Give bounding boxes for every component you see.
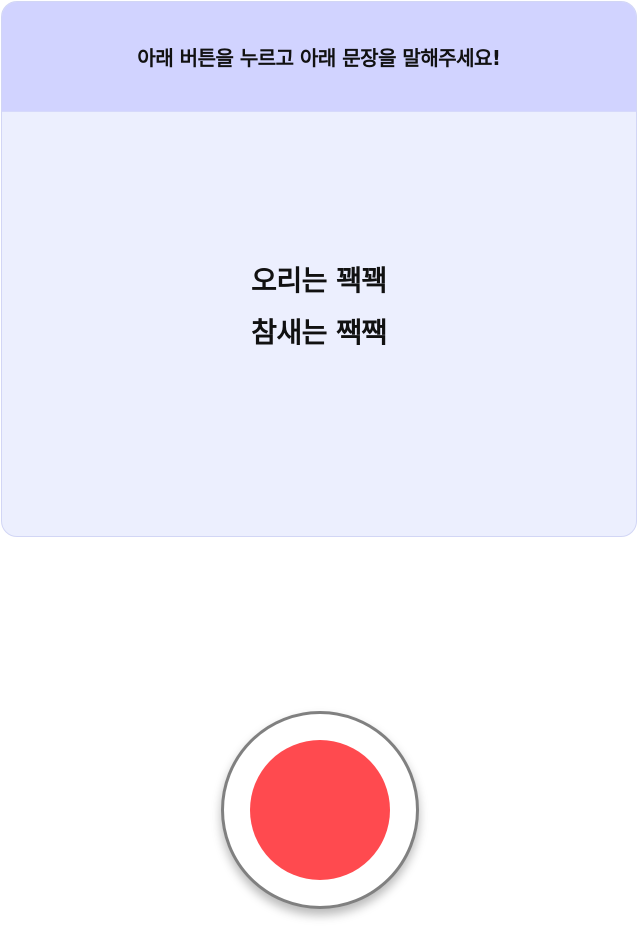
record-button[interactable]	[221, 711, 419, 909]
record-dot-icon	[250, 740, 390, 880]
prompt-card: 아래 버튼을 누르고 아래 문장을 말해주세요! 오리는 꽥꽥 참새는 짹짹	[1, 1, 637, 537]
instruction-header: 아래 버튼을 누르고 아래 문장을 말해주세요!	[2, 2, 636, 112]
sentence-area: 오리는 꽥꽥 참새는 짹짹	[2, 112, 636, 536]
sentence-line-1: 오리는 꽥꽥	[251, 264, 387, 297]
instruction-text: 아래 버튼을 누르고 아래 문장을 말해주세요!	[137, 46, 501, 70]
sentence-line-2: 참새는 짹짹	[251, 316, 387, 349]
